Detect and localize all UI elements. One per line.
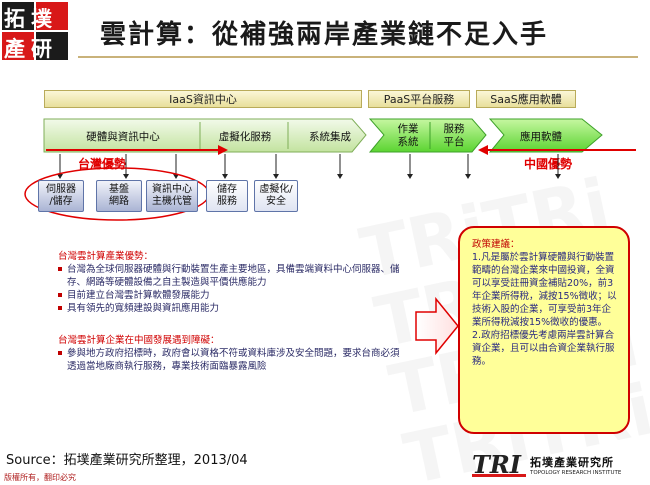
- taiwan-advantages-block: 台灣雲計算產業優勢： 台灣為全球伺服器硬體與行動裝置生產主要地區，具備雲端資料中…: [58, 250, 418, 315]
- box-virtual-line1: 虛擬化/: [259, 184, 293, 195]
- policy-arrow: [415, 296, 459, 356]
- slide-title: 雲計算：從補強兩岸產業鏈不足入手: [100, 20, 549, 50]
- taiwan-barriers-heading: 台灣雲計算企業在中國發展遇到障礙：: [58, 335, 220, 346]
- policy-recommendations: 政策建議： 1.凡是屬於雲計算硬體與行動裝置範疇的台灣企業來中國投資，全資可以享…: [458, 226, 630, 434]
- footer-logo-underline: [472, 474, 526, 477]
- box-datacenter-hosting: 資訊中心 主機代管: [146, 180, 198, 212]
- box-hosting-line1: 資訊中心: [152, 184, 192, 195]
- box-server-line1: 伺服器: [46, 184, 76, 195]
- copyright-note: 版權所有，翻印必究: [4, 473, 76, 482]
- taiwan-barrier-item: 參與地方政府招標時，政府會以資格不符或資料庫涉及安全問題，要求台商必須透過當地廠…: [58, 347, 408, 373]
- taiwan-barriers-block: 台灣雲計算企業在中國發展遇到障礙： 參與地方政府招標時，政府會以資格不符或資料庫…: [58, 334, 408, 373]
- box-storage-line2: 服務: [217, 196, 237, 207]
- box-server-line2: /儲存: [49, 196, 73, 207]
- header-saas: SaaS應用軟體: [476, 90, 576, 108]
- box-network-line2: 網路: [109, 196, 129, 207]
- sp-line1: 服務: [443, 123, 465, 135]
- policy-point-2: 2.政府招標優先考慮兩岸雲計算合資企業，且可以由合資企業執行服務。: [472, 330, 615, 367]
- source-note: Source：拓墣產業研究所整理，2013/04: [6, 453, 248, 468]
- taiwan-advantage-item: 具有領先的寬頻建設與資訊應用能力: [58, 302, 418, 315]
- footer-logo-cn: 拓墣產業研究所: [530, 456, 614, 469]
- box-storage-line1: 儲存: [217, 184, 237, 195]
- logo-text-top: 拓墣: [4, 6, 58, 31]
- header-iaas: IaaS資訊中心: [44, 90, 362, 108]
- header-paas: PaaS平台服務: [368, 90, 470, 108]
- box-hosting-line2: 主機代管: [152, 196, 192, 207]
- title-divider: [78, 56, 638, 58]
- taiwan-advantage-item: 台灣為全球伺服器硬體與行動裝置生產主要地區，具備雲端資料中心伺服器、儲存、網路等…: [58, 263, 418, 289]
- logo-text-bottom: 產研: [4, 36, 58, 61]
- footer-logo: TRI 拓墣產業研究所 TOPOLOGY RESEARCH INSTITUTE: [472, 450, 632, 482]
- policy-heading: 政策建議：: [472, 239, 520, 250]
- taiwan-advantage-item: 目前建立台灣雲計算軟體發展能力: [58, 289, 418, 302]
- taiwan-advantages-heading: 台灣雲計算產業優勢：: [58, 251, 154, 262]
- os-line1: 作業: [397, 123, 419, 135]
- box-virtualization-security: 虛擬化/ 安全: [254, 180, 298, 212]
- box-network-line1: 基盤: [109, 184, 129, 195]
- box-base-network: 基盤 網路: [96, 180, 142, 212]
- box-virtual-line2: 安全: [266, 196, 286, 207]
- box-storage-service: 儲存 服務: [206, 180, 248, 212]
- policy-point-1: 1.凡是屬於雲計算硬體與行動裝置範疇的台灣企業來中國投資，全資可以享受註冊資金補…: [472, 252, 617, 328]
- footer-logo-en: TOPOLOGY RESEARCH INSTITUTE: [530, 470, 622, 476]
- box-server-storage: 伺服器 /儲存: [38, 180, 84, 212]
